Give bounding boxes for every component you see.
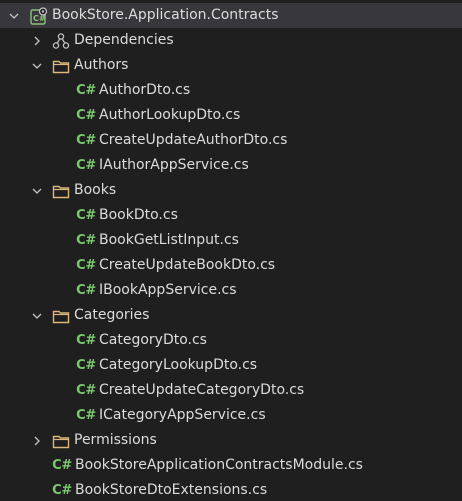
- folder-label: Permissions: [74, 432, 157, 448]
- file-label: ICategoryAppService.cs: [99, 407, 266, 423]
- tree-item-file[interactable]: C# BookStoreDtoExtensions.cs: [0, 478, 462, 501]
- file-label: AuthorDto.cs: [99, 82, 191, 98]
- folder-icon: [52, 57, 70, 75]
- csharp-file-icon: C#: [76, 108, 96, 123]
- csharp-file-icon: C#: [76, 258, 96, 273]
- tree-item-folder-categories[interactable]: Categories: [0, 303, 462, 328]
- tree-item-file[interactable]: C# BookGetListInput.cs: [0, 228, 462, 253]
- dependencies-icon: [52, 32, 70, 50]
- file-label: IAuthorAppService.cs: [99, 157, 249, 173]
- tree-item-file[interactable]: C# CategoryDto.cs: [0, 328, 462, 353]
- folder-label: Books: [74, 182, 117, 198]
- csharp-file-icon: C#: [76, 158, 96, 173]
- tree-item-file[interactable]: C# CreateUpdateBookDto.cs: [0, 253, 462, 278]
- csharp-file-icon: C#: [52, 483, 72, 498]
- tree-item-file[interactable]: C# CreateUpdateAuthorDto.cs: [0, 128, 462, 153]
- tree-item-file[interactable]: C# BookStoreApplicationContractsModule.c…: [0, 453, 462, 478]
- tree-item-dependencies[interactable]: Dependencies: [0, 28, 462, 53]
- tree-item-file[interactable]: C# BookDto.cs: [0, 203, 462, 228]
- file-label: CategoryLookupDto.cs: [99, 357, 258, 373]
- csharp-project-icon: C#: [30, 6, 48, 25]
- file-label: AuthorLookupDto.cs: [99, 107, 241, 123]
- csharp-file-icon: C#: [76, 133, 96, 148]
- csharp-file-icon: C#: [76, 83, 96, 98]
- csharp-file-icon: C#: [76, 208, 96, 223]
- file-label: BookStoreApplicationContractsModule.cs: [75, 457, 363, 473]
- tree-item-file[interactable]: C# IBookAppService.cs: [0, 278, 462, 303]
- csharp-file-icon: C#: [76, 383, 96, 398]
- chevron-right-icon[interactable]: [31, 28, 43, 53]
- folder-icon: [52, 432, 70, 450]
- file-label: IBookAppService.cs: [99, 282, 237, 298]
- tree-item-file[interactable]: C# CreateUpdateCategoryDto.cs: [0, 378, 462, 403]
- tree-item-folder-authors[interactable]: Authors: [0, 53, 462, 78]
- chevron-down-icon[interactable]: [8, 3, 20, 28]
- solution-explorer-tree: C# BookStore.Application.Contracts Depen…: [0, 0, 462, 501]
- tree-item-folder-permissions[interactable]: Permissions: [0, 428, 462, 453]
- tree-item-file[interactable]: C# IAuthorAppService.cs: [0, 153, 462, 178]
- file-label: CreateUpdateCategoryDto.cs: [99, 382, 305, 398]
- tree-item-file[interactable]: C# AuthorLookupDto.cs: [0, 103, 462, 128]
- tree-item-file[interactable]: C# CategoryLookupDto.cs: [0, 353, 462, 378]
- file-label: BookDto.cs: [99, 207, 178, 223]
- file-label: BookGetListInput.cs: [99, 232, 239, 248]
- tree-item-folder-books[interactable]: Books: [0, 178, 462, 203]
- folder-icon: [52, 307, 70, 325]
- csharp-file-icon: C#: [76, 333, 96, 348]
- chevron-right-icon[interactable]: [31, 428, 43, 453]
- tree-item-project[interactable]: C# BookStore.Application.Contracts: [0, 3, 462, 28]
- chevron-down-icon[interactable]: [31, 53, 43, 78]
- file-label: CreateUpdateBookDto.cs: [99, 257, 276, 273]
- file-label: CategoryDto.cs: [99, 332, 207, 348]
- file-label: CreateUpdateAuthorDto.cs: [99, 132, 288, 148]
- dependencies-label: Dependencies: [74, 32, 174, 48]
- project-label: BookStore.Application.Contracts: [52, 7, 279, 23]
- csharp-file-icon: C#: [76, 233, 96, 248]
- csharp-file-icon: C#: [76, 358, 96, 373]
- folder-icon: [52, 182, 70, 200]
- chevron-down-icon[interactable]: [31, 303, 43, 328]
- folder-label: Authors: [74, 57, 129, 73]
- tree-item-file[interactable]: C# AuthorDto.cs: [0, 78, 462, 103]
- csharp-file-icon: C#: [76, 283, 96, 298]
- csharp-file-icon: C#: [76, 408, 96, 423]
- chevron-down-icon[interactable]: [31, 178, 43, 203]
- tree-item-file[interactable]: C# ICategoryAppService.cs: [0, 403, 462, 428]
- csharp-file-icon: C#: [52, 458, 72, 473]
- file-label: BookStoreDtoExtensions.cs: [75, 482, 268, 498]
- folder-label: Categories: [74, 307, 150, 323]
